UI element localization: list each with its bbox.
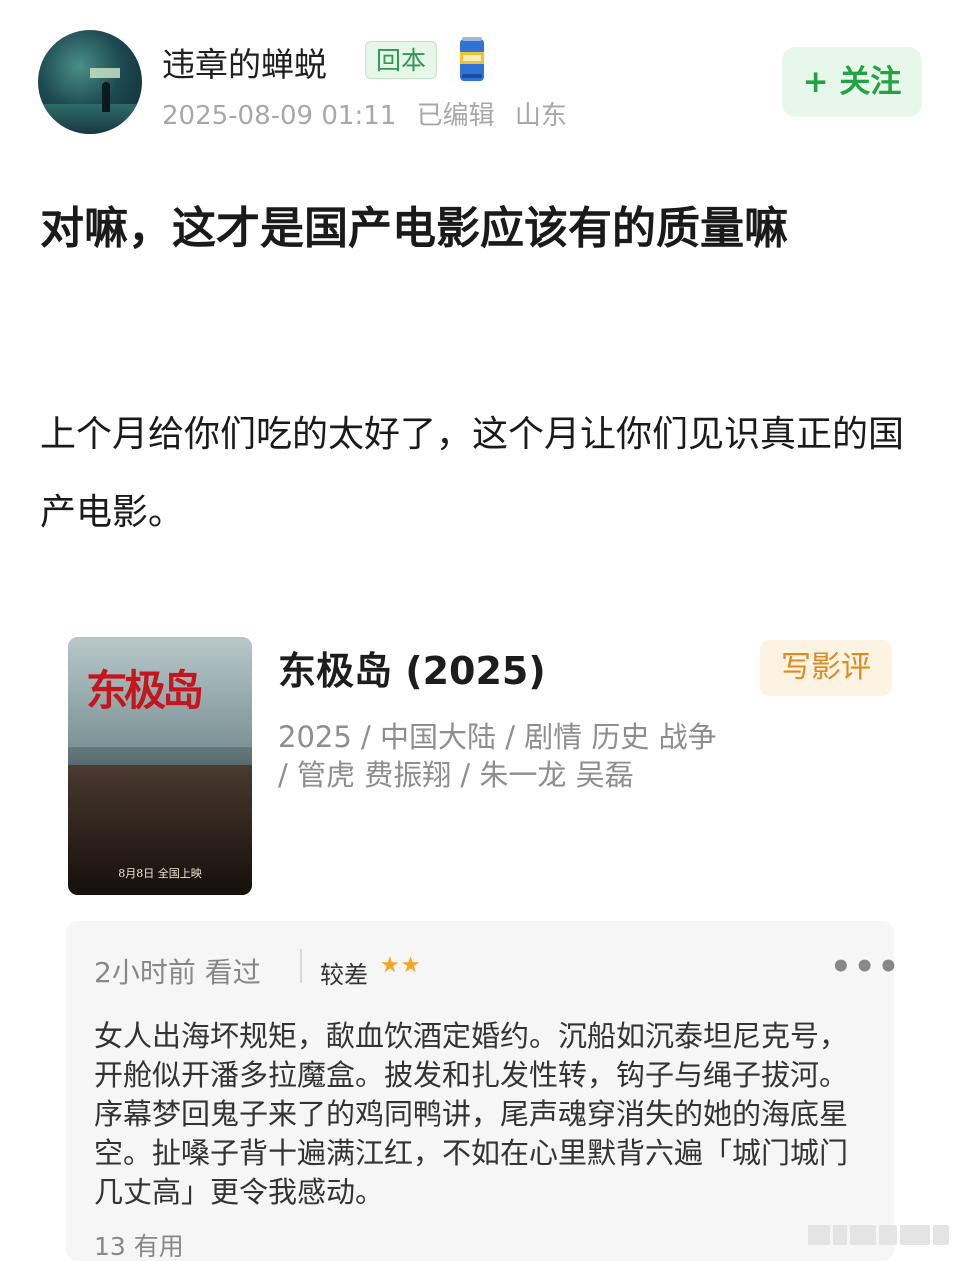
movie-info: 2025 / 中国大陆 / 剧情 历史 战争 / 管虎 费振翔 / 朱一龙 吴磊 bbox=[278, 720, 717, 792]
post-meta: 2025-08-09 01:11 已编辑 山东 bbox=[162, 95, 579, 132]
edited-label: 已编辑 bbox=[416, 101, 495, 131]
follow-button[interactable]: + 关注 bbox=[782, 47, 922, 117]
avatar-street bbox=[38, 104, 142, 134]
movie-poster[interactable]: 东极岛 8月8日 全国上映 bbox=[68, 637, 252, 895]
movie-title[interactable]: 东极岛 (2025) bbox=[278, 640, 546, 695]
comment-card: 2小时前 看过 较差 ★★ ••• 女人出海坏规矩，歃血饮酒定婚约。沉船如沉泰坦… bbox=[66, 921, 899, 1261]
location-label: 山东 bbox=[514, 101, 567, 131]
avatar-sign bbox=[90, 68, 120, 78]
comment-text: 女人出海坏规矩，歃血饮酒定婚约。沉船如沉泰坦尼克号，开舱似开潘多拉魔盒。披发和扎… bbox=[94, 1019, 849, 1209]
more-options-icon[interactable]: ••• bbox=[830, 947, 901, 987]
avatar-figure bbox=[102, 82, 110, 112]
post-timestamp: 2025-08-09 01:11 bbox=[162, 101, 397, 131]
author-name[interactable]: 违章的蝉蜕 bbox=[162, 38, 327, 86]
comment-time: 2小时前 看过 bbox=[94, 956, 261, 989]
post-title: 对嘛，这才是国产电影应该有的质量嘛 bbox=[40, 203, 788, 254]
comment-divider bbox=[300, 949, 302, 983]
useful-count[interactable]: 13 有用 bbox=[94, 1227, 184, 1261]
poster-title-art: 东极岛 bbox=[86, 666, 204, 715]
poster-release-date: 8月8日 全国上映 bbox=[118, 867, 202, 880]
comment-rating-label: 较差 bbox=[320, 961, 368, 989]
write-review-button[interactable]: 写影评 bbox=[760, 640, 892, 696]
author-badge: 回本 bbox=[365, 41, 438, 79]
watermark bbox=[808, 1225, 952, 1251]
post-body: 上个月给你们吃的太好了，这个月让你们见识真正的国产电影。 bbox=[40, 414, 905, 533]
beer-can-icon bbox=[460, 37, 484, 81]
avatar[interactable] bbox=[38, 30, 142, 134]
rating-stars-icon: ★★ bbox=[380, 953, 422, 978]
